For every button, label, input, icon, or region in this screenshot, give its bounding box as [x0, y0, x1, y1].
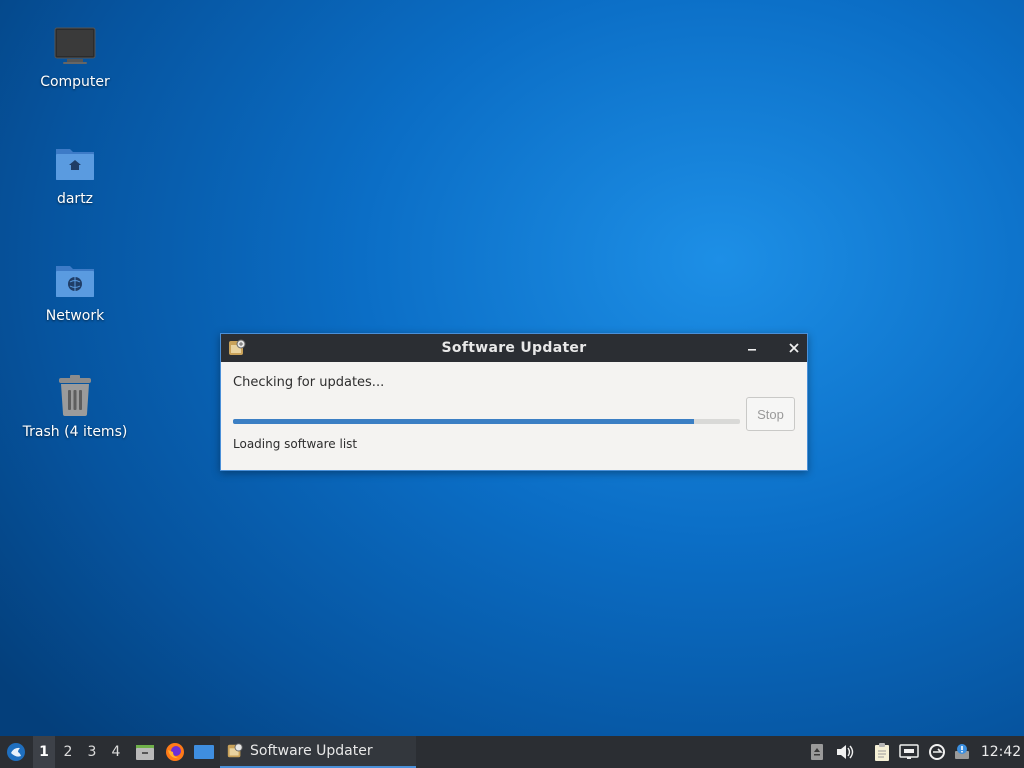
dialog-title: Software Updater	[441, 340, 587, 356]
update-notifier-tray[interactable]	[926, 736, 948, 768]
workspace-2[interactable]: 2	[57, 736, 79, 768]
file-manager-launcher[interactable]	[133, 736, 157, 768]
file-manager-icon	[136, 745, 154, 760]
desktop-icon	[194, 745, 214, 759]
workspace-1[interactable]: 1	[33, 736, 55, 768]
notification-icon	[955, 744, 969, 759]
sync-icon	[929, 744, 945, 760]
volume-tray[interactable]	[834, 736, 856, 768]
minimize-button[interactable]	[742, 338, 762, 358]
dialog-body: Checking for updates... Stop Loading sof…	[221, 362, 807, 470]
status-heading: Checking for updates...	[233, 375, 385, 390]
desktop-icon-label: Computer	[40, 74, 110, 90]
stop-button[interactable]: Stop	[746, 397, 795, 431]
progress-fill	[233, 419, 695, 424]
desktop-icon-computer[interactable]: Computer	[20, 22, 130, 90]
firefox-icon	[166, 743, 184, 761]
app-menu-button[interactable]	[4, 736, 28, 768]
home-folder-icon	[51, 139, 99, 187]
distro-logo-icon	[7, 743, 25, 761]
close-icon	[789, 343, 799, 353]
computer-icon	[51, 22, 99, 70]
firefox-launcher[interactable]	[163, 736, 187, 768]
clipboard-tray[interactable]	[871, 736, 893, 768]
notifications-tray[interactable]	[951, 736, 973, 768]
software-updater-icon	[227, 338, 247, 358]
eject-icon	[811, 744, 823, 760]
taskbar: 1 2 3 4 Software Updater 12:42	[0, 736, 1024, 768]
show-desktop-button[interactable]	[192, 736, 216, 768]
network-folder-icon	[51, 256, 99, 304]
network-tray[interactable]	[898, 736, 920, 768]
clock[interactable]: 12:42	[978, 736, 1024, 768]
desktop-icon-network[interactable]: Network	[20, 256, 130, 324]
wired-network-icon	[899, 744, 919, 759]
software-updater-icon	[227, 743, 243, 758]
progress-bar	[233, 419, 740, 424]
desktop-icon-label: Trash (4 items)	[22, 424, 128, 440]
dialog-titlebar[interactable]: Software Updater	[221, 334, 807, 362]
desktop-icon-home[interactable]: dartz	[20, 139, 130, 207]
taskbar-task-software-updater[interactable]: Software Updater	[220, 736, 416, 768]
desktop-icon-trash[interactable]: Trash (4 items)	[20, 372, 130, 440]
workspace-4[interactable]: 4	[105, 736, 127, 768]
clipboard-icon	[875, 743, 889, 761]
software-updater-dialog: Software Updater Checking for updates...…	[220, 333, 808, 471]
trash-icon	[51, 372, 99, 420]
close-button[interactable]	[784, 338, 804, 358]
status-detail: Loading software list	[233, 437, 358, 451]
removable-media-tray[interactable]	[807, 736, 827, 768]
desktop-icon-label: Network	[45, 308, 105, 324]
workspace-3[interactable]: 3	[81, 736, 103, 768]
minimize-icon	[748, 349, 756, 351]
desktop-icon-label: dartz	[56, 191, 94, 207]
volume-icon	[837, 745, 854, 759]
task-label: Software Updater	[250, 743, 373, 759]
